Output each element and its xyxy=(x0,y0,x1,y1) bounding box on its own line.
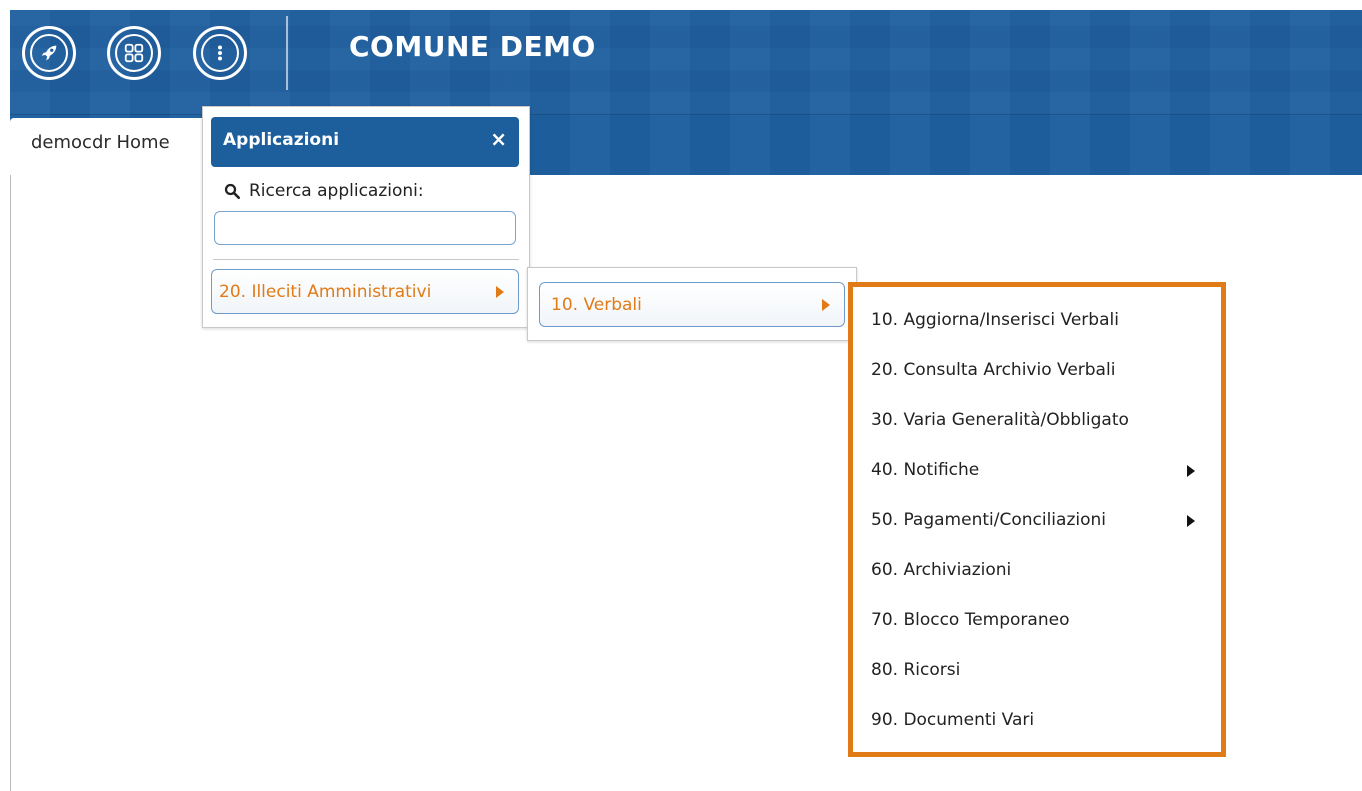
applications-popup-title: Applicazioni xyxy=(223,130,340,150)
apps-grid-button[interactable] xyxy=(107,26,161,80)
verbali-submenu: 10. Aggiorna/Inserisci Verbali 20. Consu… xyxy=(848,282,1226,757)
page-title: COMUNE DEMO xyxy=(349,30,596,63)
verbali-popup: 10. Verbali xyxy=(527,267,857,341)
tab-home[interactable]: democdr Home xyxy=(10,118,210,175)
more-options-button[interactable] xyxy=(193,26,247,80)
applications-popup-header: Applicazioni × xyxy=(211,117,519,167)
menu-item-verbali[interactable]: 10. Verbali xyxy=(539,282,845,327)
submenu-item-label: 50. Pagamenti/Conciliazioni xyxy=(871,510,1106,530)
submenu-item-label: 30. Varia Generalità/Obbligato xyxy=(871,410,1129,430)
caret-right-icon xyxy=(1187,515,1195,527)
submenu-item-documenti-vari[interactable]: 90. Documenti Vari xyxy=(871,710,1034,730)
submenu-item-ricorsi[interactable]: 80. Ricorsi xyxy=(871,660,960,680)
caret-right-icon xyxy=(1187,465,1195,477)
submenu-item-label: 40. Notifiche xyxy=(871,460,980,480)
close-icon[interactable]: × xyxy=(490,128,507,150)
search-icon xyxy=(224,183,241,200)
more-vertical-icon xyxy=(201,34,239,72)
rocket-icon xyxy=(30,34,68,72)
submenu-item-label: 90. Documenti Vari xyxy=(871,710,1035,730)
menu-item-label: 10. Verbali xyxy=(551,295,642,315)
header-separator xyxy=(286,16,288,90)
submenu-item-pagamenti-conciliazioni[interactable]: 50. Pagamenti/Conciliazioni xyxy=(871,510,1195,530)
search-input[interactable] xyxy=(214,211,516,245)
submenu-item-label: 80. Ricorsi xyxy=(871,660,961,680)
launcher-button[interactable] xyxy=(22,26,76,80)
menu-item-label: 20. Illeciti Amministrativi xyxy=(219,282,432,302)
submenu-item-aggiorna-inserisci-verbali[interactable]: 10. Aggiorna/Inserisci Verbali xyxy=(871,310,1119,330)
submenu-item-blocco-temporaneo[interactable]: 70. Blocco Temporaneo xyxy=(871,610,1069,630)
submenu-item-label: 70. Blocco Temporaneo xyxy=(871,610,1070,630)
search-label: Ricerca applicazioni: xyxy=(223,181,424,201)
caret-right-icon xyxy=(496,286,504,298)
submenu-item-notifiche[interactable]: 40. Notifiche xyxy=(871,460,1195,480)
submenu-item-consulta-archivio-verbali[interactable]: 20. Consulta Archivio Verbali xyxy=(871,360,1115,380)
search-label-text: Ricerca applicazioni: xyxy=(249,181,424,201)
submenu-item-label: 20. Consulta Archivio Verbali xyxy=(871,360,1116,380)
submenu-item-label: 60. Archiviazioni xyxy=(871,560,1012,580)
submenu-item-varia-generalita-obbligato[interactable]: 30. Varia Generalità/Obbligato xyxy=(871,410,1129,430)
caret-right-icon xyxy=(822,299,830,311)
divider xyxy=(213,259,519,260)
menu-item-illeciti-amministrativi[interactable]: 20. Illeciti Amministrativi xyxy=(211,269,519,314)
submenu-item-archiviazioni[interactable]: 60. Archiviazioni xyxy=(871,560,1011,580)
applications-popup: Applicazioni × Ricerca applicazioni: 20.… xyxy=(202,106,530,328)
apps-grid-icon xyxy=(115,34,153,72)
submenu-item-label: 10. Aggiorna/Inserisci Verbali xyxy=(871,310,1119,330)
